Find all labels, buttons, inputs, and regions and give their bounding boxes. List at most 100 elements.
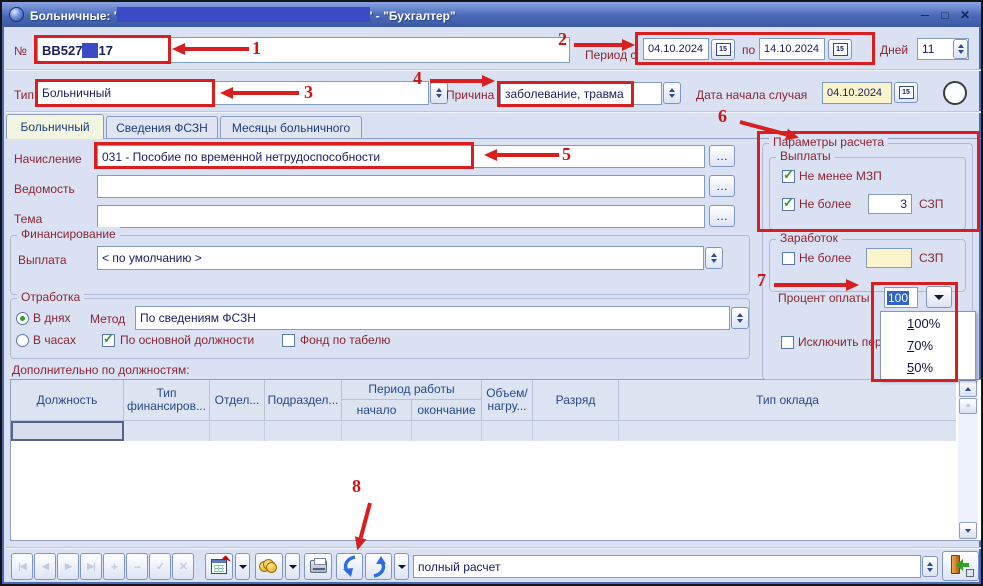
recalc-dropdown-button[interactable] [394, 553, 409, 580]
table-cell[interactable] [210, 421, 265, 441]
column-header-grade[interactable]: Разряд [533, 380, 619, 420]
tab-mesyacy-bolnichnogo[interactable]: Месяцы больничного [220, 116, 362, 139]
table-cell[interactable] [412, 421, 482, 441]
table-cell[interactable] [265, 421, 342, 441]
calculate-button[interactable] [205, 553, 233, 580]
nav-cancel-button[interactable]: ✕ [172, 553, 194, 580]
column-header-dept[interactable]: Отдел... [210, 380, 265, 420]
annotation-number-3: 3 [304, 82, 313, 103]
dropdown-item-50[interactable]: 50% [881, 356, 975, 378]
topic-input[interactable] [97, 205, 705, 228]
column-header-start[interactable]: начало [342, 400, 412, 420]
tab-svedeniya-fszn[interactable]: Сведения ФСЗН [106, 116, 218, 139]
column-header-volume[interactable]: Объем/нагру... [482, 380, 533, 420]
tab-bolnichny[interactable]: Больничный [6, 114, 104, 139]
period-to-label: по [742, 43, 755, 57]
accrual-input[interactable]: 031 - Пособие по временной нетрудоспособ… [97, 145, 705, 168]
reason-combo[interactable]: заболевание, травма [500, 82, 662, 105]
column-header-work-period[interactable]: Период работы [342, 380, 482, 400]
nav-next-button[interactable]: ▶ [57, 553, 79, 580]
annotation-number-8: 8 [352, 476, 361, 497]
column-header-label: Подраздел... [268, 394, 339, 407]
nav-prev-icon: ◀ [42, 561, 48, 572]
calc-mode-spinner[interactable] [922, 556, 938, 577]
calc-mode-combo[interactable]: полный расчет [413, 555, 921, 578]
close-button[interactable]: ✕ [955, 6, 975, 24]
case-start-calendar-button[interactable]: 15 [894, 82, 918, 103]
column-header-position[interactable]: Должность [11, 380, 124, 420]
sheet-browse-button[interactable]: … [709, 175, 735, 197]
payments-button[interactable] [255, 553, 283, 580]
column-header-end[interactable]: окончание [412, 400, 482, 420]
column-header-fin-type[interactable]: Типфинансиров... [124, 380, 210, 420]
table-cell[interactable] [482, 421, 533, 441]
payment-combo-spinner[interactable] [705, 247, 723, 269]
nav-confirm-button[interactable]: ✓ [149, 553, 171, 580]
scroll-down-button[interactable] [959, 522, 977, 539]
toolbar-separator [6, 547, 981, 549]
maximize-button[interactable]: □ [935, 6, 955, 24]
minimize-button[interactable]: ─ [915, 6, 935, 24]
nav-last-button[interactable]: ▶| [80, 553, 102, 580]
table-cell[interactable] [533, 421, 619, 441]
days-spinner[interactable] [953, 39, 968, 59]
percent-combo[interactable]: 100 [884, 287, 918, 308]
payments-dropdown-button[interactable] [285, 553, 300, 580]
calculate-dropdown-button[interactable] [235, 553, 250, 580]
period-to-input[interactable]: 14.10.2024 [759, 38, 825, 60]
period-to-calendar-button[interactable]: 15 [828, 39, 852, 60]
type-value: Больничный [42, 86, 111, 100]
topic-browse-button[interactable]: … [709, 205, 735, 227]
type-combo[interactable]: Больничный [37, 81, 429, 105]
print-button[interactable] [304, 553, 332, 580]
scroll-up-button[interactable] [959, 380, 977, 397]
period-from-calendar-button[interactable]: 15 [711, 39, 735, 60]
column-header-label: финансиров... [127, 400, 206, 413]
method-combo[interactable]: По сведениям ФСЗН [135, 306, 730, 330]
column-header-subdiv[interactable]: Подраздел... [265, 380, 342, 420]
nav-prev-button[interactable]: ◀ [34, 553, 56, 580]
recalc-down-button[interactable] [336, 553, 363, 580]
checkbox-not-more-label: Не более [799, 197, 851, 211]
nav-delete-button[interactable]: − [126, 553, 148, 580]
scrollbar-thumb[interactable]: ≡ [959, 398, 977, 414]
table-cell[interactable] [124, 421, 210, 441]
nav-first-button[interactable]: |◀ [11, 553, 33, 580]
table-cell-selected[interactable] [11, 421, 124, 441]
case-start-input[interactable]: 04.10.2024 [822, 82, 892, 104]
table-cell[interactable] [342, 421, 412, 441]
reason-combo-spinner[interactable] [663, 82, 681, 104]
annotation-number-6: 6 [718, 106, 727, 127]
coins-icon [259, 559, 279, 574]
nav-add-button[interactable]: + [103, 553, 125, 580]
exit-save-button[interactable] [942, 551, 979, 581]
number-input[interactable]: ВВ52717 [37, 37, 570, 63]
checkbox-not-less-mzp[interactable] [782, 170, 795, 183]
checkbox-exclude-first[interactable] [781, 336, 794, 349]
payment-combo[interactable]: < по умолчанию > [97, 246, 704, 270]
checkbox-fund-by-timesheet[interactable] [282, 334, 295, 347]
column-header-salary-type[interactable]: Тип оклада [619, 380, 956, 420]
worked-time-caption: Отработка [17, 290, 84, 304]
checkbox-not-more[interactable] [782, 198, 795, 211]
sheet-input[interactable] [97, 175, 705, 198]
dropdown-arrow-icon [239, 565, 247, 569]
dropdown-item-70[interactable]: 70% [881, 334, 975, 356]
method-combo-spinner[interactable] [731, 307, 749, 329]
title-redaction [117, 7, 370, 22]
recalc-up-button[interactable] [365, 553, 392, 580]
radio-in-days[interactable] [16, 312, 29, 325]
spin-up-icon [669, 88, 675, 92]
dropdown-item-100[interactable]: 100% [881, 312, 975, 334]
checkbox-main-position[interactable] [102, 334, 115, 347]
earnings-input[interactable] [866, 248, 912, 268]
column-header-label: Тип оклада [756, 394, 819, 407]
period-from-input[interactable]: 04.10.2024 [643, 38, 709, 60]
percent-dropdown-button[interactable] [926, 286, 952, 308]
accrual-browse-button[interactable]: … [709, 145, 735, 167]
dropdown-item-text: 7 [907, 338, 914, 353]
radio-in-hours[interactable] [16, 334, 29, 347]
table-cell[interactable] [619, 421, 956, 441]
not-more-input[interactable]: 3 [868, 194, 912, 214]
checkbox-earnings-not-more[interactable] [782, 252, 795, 265]
